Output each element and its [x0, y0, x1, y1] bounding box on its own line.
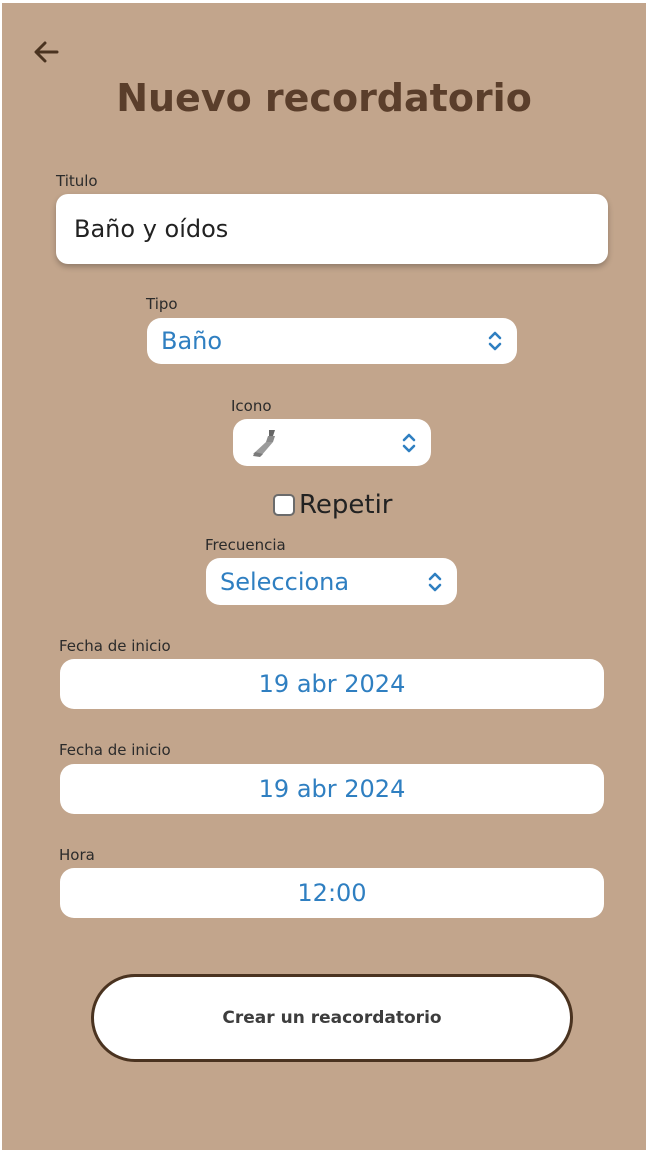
- brush-icon: [253, 429, 275, 457]
- tipo-select-value: Baño: [161, 327, 223, 355]
- titulo-input[interactable]: Baño y oídos: [56, 194, 608, 264]
- fecha-inicio-input[interactable]: 19 abr 2024: [60, 659, 604, 709]
- chevron-up-down-icon: [428, 572, 442, 591]
- fecha-inicio-2-label: Fecha de inicio: [59, 741, 171, 759]
- fecha-inicio-2-input[interactable]: 19 abr 2024: [60, 764, 604, 814]
- frecuencia-label: Frecuencia: [205, 536, 286, 554]
- chevron-up-down-icon: [402, 433, 416, 452]
- frecuencia-select-value: Selecciona: [220, 567, 350, 596]
- create-reminder-button[interactable]: Crear un reacordatorio: [91, 974, 573, 1062]
- hora-input[interactable]: 12:00: [60, 868, 604, 918]
- repetir-row: Repetir: [273, 488, 393, 522]
- arrow-left-icon: [34, 41, 59, 63]
- tipo-select[interactable]: Baño: [147, 318, 517, 364]
- tipo-label: Tipo: [146, 295, 178, 313]
- repetir-label: Repetir: [299, 490, 393, 520]
- icono-label: Icono: [231, 397, 272, 415]
- repetir-checkbox[interactable]: [273, 494, 295, 516]
- back-button[interactable]: [30, 36, 62, 68]
- hora-label: Hora: [59, 846, 95, 864]
- fecha-inicio-label: Fecha de inicio: [59, 637, 171, 655]
- titulo-label: Titulo: [56, 172, 98, 190]
- chevron-up-down-icon: [488, 331, 502, 351]
- icono-select[interactable]: [233, 419, 431, 466]
- frecuencia-select[interactable]: Selecciona: [206, 558, 457, 605]
- page-title: Nuevo recordatorio: [116, 76, 532, 120]
